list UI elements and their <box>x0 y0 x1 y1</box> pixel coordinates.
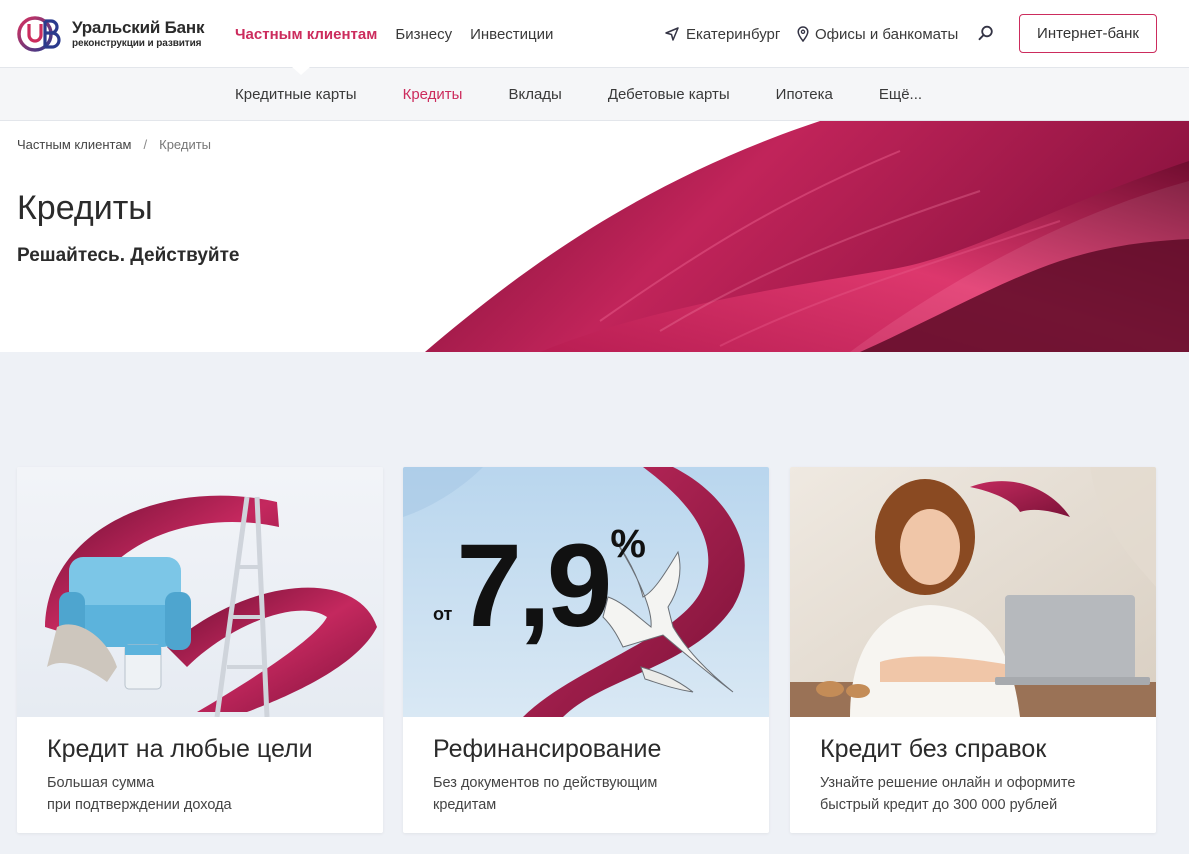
search-icon <box>978 25 993 41</box>
brand-name: Уральский Банк <box>72 18 205 37</box>
subnav-deposits[interactable]: Вклады <box>508 86 561 103</box>
card-refinancing[interactable]: от 7,9 % Рефинансирование Без документов… <box>403 467 769 833</box>
promo-rate: 7,9 <box>456 520 612 652</box>
card-desc-line: Большая сумма <box>47 775 155 791</box>
bank-logo[interactable]: Уральский Банк реконструкции и развития <box>16 14 216 54</box>
search-button[interactable] <box>977 24 995 42</box>
woman-laptop-photo <box>790 467 1156 717</box>
nav-business[interactable]: Бизнесу <box>395 26 452 43</box>
card-description: Без документов по действующим кредитам <box>433 772 743 816</box>
page-subtitle: Решайтесь. Действуйте <box>17 245 240 266</box>
city-name: Екатеринбург <box>686 25 781 43</box>
card-title: Кредит на любые цели <box>47 735 313 763</box>
armchair-ladder-illustration <box>17 467 383 717</box>
breadcrumb-parent-link[interactable]: Частным клиентам <box>17 137 132 152</box>
page-title: Кредиты <box>17 189 153 227</box>
card-desc-line: Узнайте решение онлайн и оформите <box>820 775 1076 791</box>
main-nav: Частным клиентам Бизнесу Инвестиции <box>235 0 571 68</box>
breadcrumb-separator: / <box>143 137 148 152</box>
subnav-debit-cards[interactable]: Дебетовые карты <box>608 86 730 103</box>
breadcrumb: Частным клиентам / Кредиты <box>17 137 211 152</box>
logo-mark-icon <box>17 16 61 52</box>
promo-prefix: от <box>433 604 453 624</box>
offices-label: Офисы и банкоматы <box>815 25 959 43</box>
subnav-credit-cards[interactable]: Кредитные карты <box>235 86 357 103</box>
card-no-documents-loan[interactable]: Кредит без справок Узнайте решение онлай… <box>790 467 1156 833</box>
brand-tagline: реконструкции и развития <box>72 38 202 49</box>
card-image <box>790 467 1156 717</box>
card-title: Рефинансирование <box>433 735 662 763</box>
subnav-mortgage[interactable]: Ипотека <box>776 86 833 103</box>
card-desc-line: быстрый кредит до 300 000 рублей <box>820 797 1058 813</box>
card-desc-line: при подтверждении дохода <box>47 797 232 813</box>
offices-link[interactable]: Офисы и банкоматы <box>797 0 958 68</box>
card-title: Кредит без справок <box>820 735 1047 763</box>
nav-private-clients[interactable]: Частным клиентам <box>235 26 377 43</box>
internet-bank-button[interactable]: Интернет-банк <box>1019 14 1157 53</box>
subnav-loans[interactable]: Кредиты <box>403 86 463 103</box>
hero-banner: Частным клиентам / Кредиты Кредиты Решай… <box>0 121 1189 352</box>
breadcrumb-current: Кредиты <box>159 137 212 152</box>
sub-nav: Кредитные карты Кредиты Вклады Дебетовые… <box>0 67 1189 121</box>
map-pin-icon <box>797 26 809 42</box>
card-any-purpose-loan[interactable]: Кредит на любые цели Большая сумма при п… <box>17 467 383 833</box>
card-description: Большая сумма при подтверждении дохода <box>47 772 357 816</box>
promo-unit: % <box>610 522 646 566</box>
location-arrow-icon <box>665 27 679 41</box>
card-desc-line: Без документов по действующим <box>433 775 658 791</box>
card-description: Узнайте решение онлайн и оформите быстры… <box>820 772 1130 816</box>
nav-investments[interactable]: Инвестиции <box>470 26 553 43</box>
card-image <box>17 467 383 717</box>
card-image: от 7,9 % <box>403 467 769 717</box>
card-desc-line: кредитам <box>433 797 497 813</box>
city-selector[interactable]: Екатеринбург <box>664 0 780 68</box>
top-header: Уральский Банк реконструкции и развития … <box>0 0 1189 68</box>
hero-ribbon-art <box>425 121 1189 352</box>
subnav-more[interactable]: Ещё... <box>879 86 922 103</box>
